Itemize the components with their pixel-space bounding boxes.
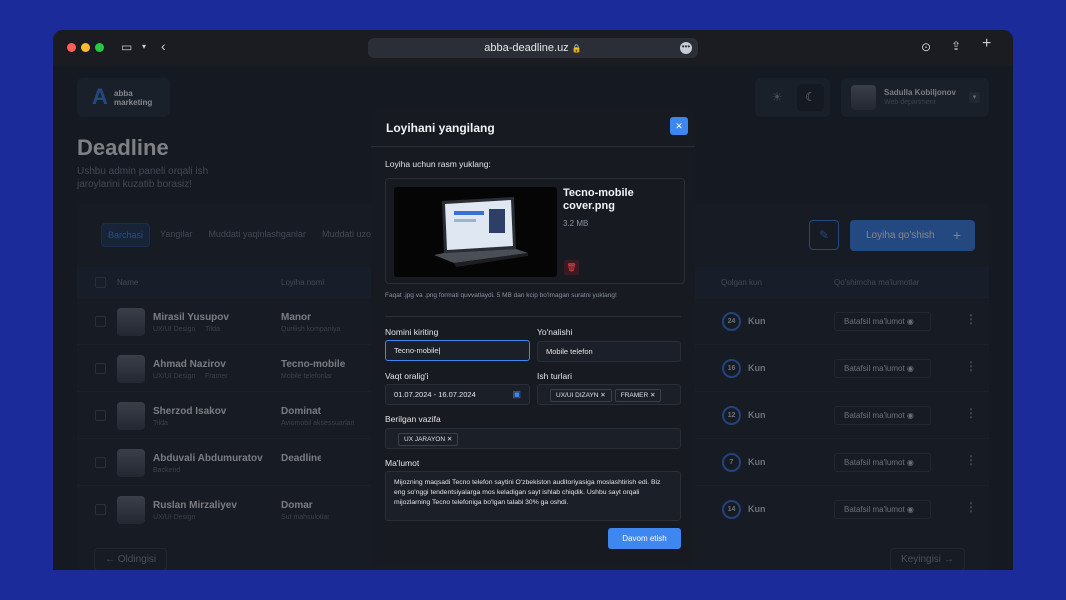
- text-caret: |: [438, 346, 441, 355]
- update-project-modal: Loyihani yangilang ✕ Loyiha uchun rasm y…: [371, 110, 695, 563]
- sidebar-icon[interactable]: ▭: [121, 41, 132, 53]
- file-name: Tecno-mobile cover.png: [563, 187, 634, 212]
- back-icon[interactable]: ‹: [161, 39, 166, 53]
- file-size: 3.2 MB: [563, 219, 589, 228]
- name-label: Nomini kiriting: [385, 327, 439, 337]
- trash-icon[interactable]: 🗑: [564, 260, 579, 275]
- upload-hint: Faqat .jpg va .png formati quvvatlaydi. …: [385, 292, 617, 299]
- work-types-input[interactable]: UX/UI DIZAYN ✕ FRAMER ✕: [537, 384, 681, 405]
- modal-title: Loyihani yangilang: [386, 121, 495, 135]
- time-label: Vaqt oralig'i: [385, 371, 429, 381]
- chip-label: UX/UI DIZAYN: [556, 392, 599, 399]
- new-tab-icon[interactable]: +: [982, 36, 991, 52]
- cover-image: [394, 187, 557, 277]
- url-text: abba-deadline.uz: [484, 42, 569, 54]
- chevron-down-icon[interactable]: ▾: [142, 41, 146, 53]
- chip-label: UX JARAYON: [404, 436, 446, 443]
- calendar-icon[interactable]: ▣: [512, 385, 521, 404]
- upload-box[interactable]: Tecno-mobile cover.png 3.2 MB 🗑: [385, 178, 685, 284]
- chip-ux-process[interactable]: UX JARAYON ✕: [398, 433, 459, 446]
- work-label: Ish turlari: [537, 371, 572, 381]
- direction-label: Yo'nalishi: [537, 327, 573, 337]
- download-icon[interactable]: ⊙: [921, 41, 931, 53]
- project-name-input[interactable]: Tecno-mobile|: [385, 340, 530, 361]
- address-bar[interactable]: abba-deadline.uz 🔒 •••: [368, 38, 698, 58]
- direction-input[interactable]: Mobile telefon: [537, 341, 681, 362]
- share-icon[interactable]: ⇪: [951, 40, 961, 52]
- more-icon[interactable]: •••: [680, 42, 692, 54]
- chip-framer[interactable]: FRAMER ✕: [614, 389, 662, 402]
- maximize-window-button[interactable]: [95, 43, 104, 52]
- close-window-button[interactable]: [67, 43, 76, 52]
- project-name-value: Tecno-mobile: [394, 346, 439, 355]
- browser-toolbar: ▭ ▾ ‹ abba-deadline.uz 🔒 ••• ⊙ ⇪ +: [53, 30, 1013, 66]
- lock-icon: 🔒: [571, 44, 582, 53]
- minimize-window-button[interactable]: [81, 43, 90, 52]
- upload-label: Loyiha uchun rasm yuklang:: [385, 159, 491, 169]
- chip-label: FRAMER: [620, 392, 649, 399]
- task-input[interactable]: UX JARAYON ✕: [385, 428, 681, 449]
- info-textarea[interactable]: Mijozning maqsadi Tecno telefon saytini …: [385, 471, 681, 521]
- divider: [385, 316, 681, 317]
- info-label: Ma'lumot: [385, 458, 420, 468]
- modal-header: Loyihani yangilang ✕: [371, 110, 695, 147]
- task-label: Berilgan vazifa: [385, 414, 441, 424]
- continue-button[interactable]: Davom etish: [608, 528, 681, 549]
- date-range-value: 01.07.2024 - 16.07.2024: [394, 390, 476, 399]
- date-range-input[interactable]: 01.07.2024 - 16.07.2024 ▣: [385, 384, 530, 405]
- chip-ux-ui[interactable]: UX/UI DIZAYN ✕: [550, 389, 612, 402]
- direction-value: Mobile telefon: [546, 347, 593, 356]
- close-icon[interactable]: ✕: [670, 117, 688, 135]
- laptop-image: [434, 197, 528, 267]
